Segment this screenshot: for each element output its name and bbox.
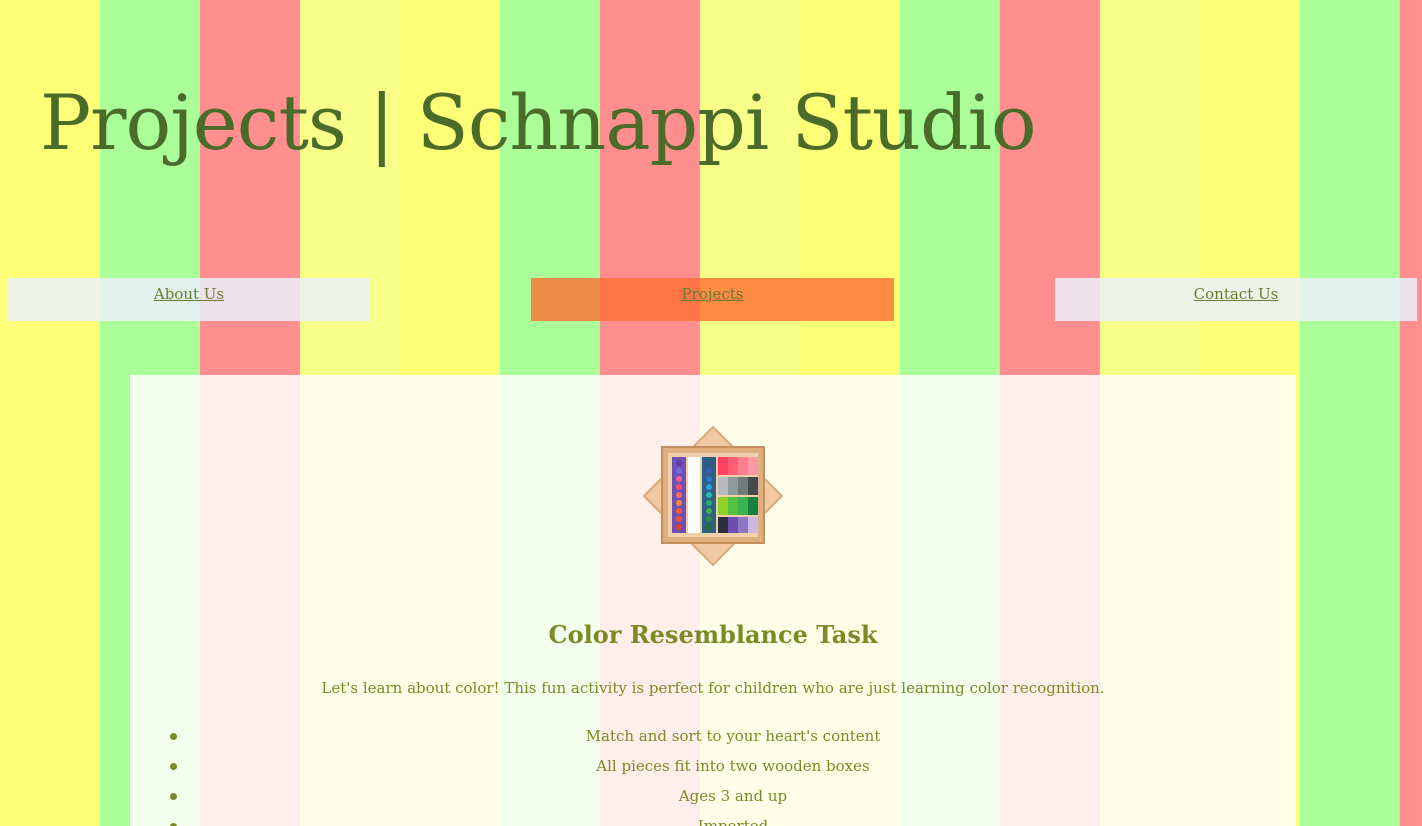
nav-contact-us[interactable]: Contact Us <box>1055 278 1417 321</box>
bullet-icon <box>170 763 177 770</box>
bullet-icon <box>170 793 177 800</box>
feature-text: All pieces fit into two wooden boxes <box>596 757 870 775</box>
nav-projects[interactable]: Projects <box>531 278 894 321</box>
list-item: Match and sort to your heart's content <box>170 723 1296 753</box>
nav-about-us[interactable]: About Us <box>8 278 370 321</box>
feature-list: Match and sort to your heart's content A… <box>170 723 1296 826</box>
list-item: All pieces fit into two wooden boxes <box>170 753 1296 783</box>
feature-text: Ages 3 and up <box>678 787 788 805</box>
project-description: Let's learn about color! This fun activi… <box>321 679 1105 697</box>
project-title: Color Resemblance Task <box>548 620 878 649</box>
color-box-icon <box>642 425 784 567</box>
feature-text: Imported <box>697 817 769 826</box>
list-item: Ages 3 and up <box>170 783 1296 813</box>
page-title: Projects | Schnappi Studio <box>40 78 1037 167</box>
feature-text: Match and sort to your heart's content <box>585 727 881 745</box>
bullet-icon <box>170 733 177 740</box>
project-panel: Color Resemblance Task Let's learn about… <box>130 375 1296 826</box>
list-item: Imported <box>170 813 1296 826</box>
